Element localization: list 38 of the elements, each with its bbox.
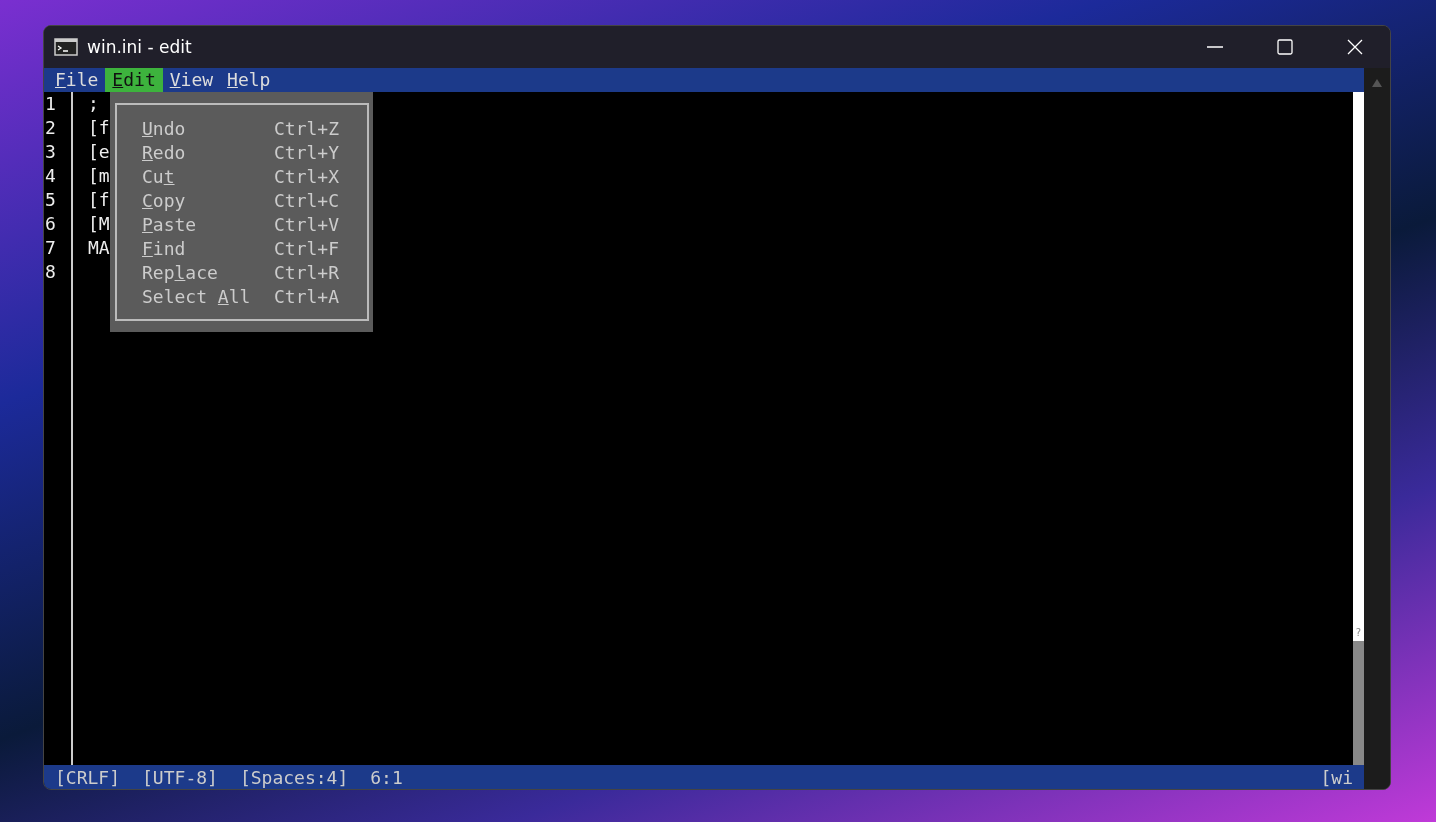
status-item: [CRLF] [55, 766, 121, 788]
menu-option[interactable]: Copy Ctrl+C [142, 189, 367, 213]
code-line: ; [88, 93, 99, 114]
menu-option[interactable]: Replace Ctrl+R [142, 261, 367, 285]
console-icon [54, 38, 78, 56]
code-line: [e [88, 141, 110, 162]
menu-option[interactable]: Undo Ctrl+Z [142, 117, 367, 141]
scroll-marker: ? [1353, 625, 1364, 641]
line-number: 4 [44, 164, 57, 188]
line-number: 6 [44, 212, 57, 236]
status-item: [wi [1320, 766, 1353, 788]
menu-option[interactable]: Select All Ctrl+A [142, 285, 367, 309]
menu-item[interactable]: Edit [105, 68, 163, 92]
close-icon[interactable] [1346, 38, 1364, 56]
status-item: [UTF-8] [142, 766, 218, 788]
code-line: [M [88, 213, 110, 234]
status-item: [Spaces:4] [239, 766, 349, 788]
menu-option[interactable]: Find Ctrl+F [142, 237, 367, 261]
code-line: [f [88, 117, 110, 138]
menu-item[interactable]: View [162, 68, 221, 92]
menu-item[interactable]: Help [220, 68, 278, 92]
line-number: 7 [44, 236, 57, 260]
line-number: 2 [44, 116, 57, 140]
window-title: win.ini - edit [87, 37, 192, 57]
line-number: 1 [44, 92, 57, 116]
scrollbar-thumb[interactable] [1353, 641, 1364, 765]
menu-option[interactable]: Redo Ctrl+Y [142, 141, 367, 165]
menu-option[interactable]: Paste Ctrl+V [142, 213, 367, 237]
code-line: MA [88, 237, 110, 258]
line-number: 8 [44, 260, 57, 284]
code-line: [m [88, 165, 110, 186]
menu-option[interactable]: Cut Ctrl+X [142, 165, 367, 189]
code-line: [f [88, 189, 110, 210]
status-item: 6:1 [370, 766, 403, 788]
line-number: 3 [44, 140, 57, 164]
maximize-icon[interactable] [1276, 38, 1294, 56]
line-number: 5 [44, 188, 57, 212]
menu-item[interactable]: File [48, 68, 106, 92]
